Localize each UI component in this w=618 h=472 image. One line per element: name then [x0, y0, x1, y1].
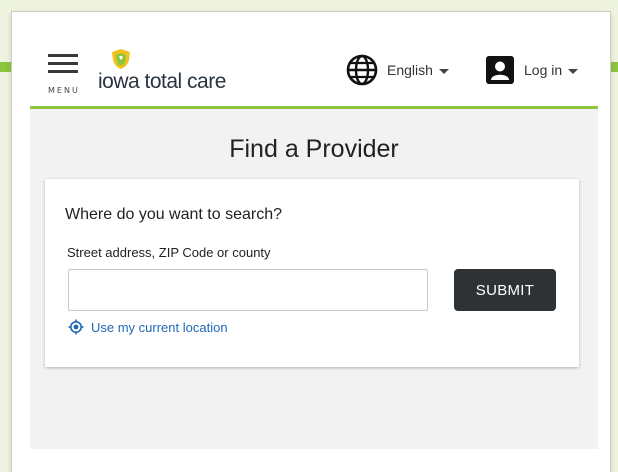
language-selector[interactable]: English	[346, 54, 449, 86]
chevron-down-icon	[438, 68, 449, 74]
user-icon	[486, 56, 514, 84]
login-label: Log in	[524, 62, 563, 78]
language-label: English	[387, 62, 433, 78]
logo-text: iowa total care	[98, 70, 226, 93]
main-content: Find a Provider Where do you want to sea…	[30, 109, 598, 449]
address-input[interactable]	[68, 269, 428, 311]
browser-frame: MENU iowa total care English Log in Find…	[12, 12, 610, 472]
search-card: Where do you want to search? Street addr…	[45, 179, 579, 367]
use-current-location-link[interactable]: Use my current location	[68, 319, 228, 335]
use-current-location-label: Use my current location	[91, 319, 228, 335]
hamburger-icon	[48, 54, 78, 57]
submit-button[interactable]: SUBMIT	[454, 269, 556, 311]
search-question: Where do you want to search?	[65, 206, 283, 223]
hamburger-icon-bar	[48, 62, 78, 65]
globe-icon	[346, 54, 378, 86]
chevron-down-icon	[568, 68, 579, 74]
menu-label: MENU	[48, 86, 80, 95]
hamburger-icon-bar	[48, 70, 78, 73]
login-button[interactable]: Log in	[486, 55, 579, 85]
page-title: Find a Provider	[229, 135, 399, 163]
address-field-label: Street address, ZIP Code or county	[67, 245, 271, 260]
menu-button[interactable]: MENU	[48, 54, 80, 95]
shield-logo-icon	[112, 49, 130, 69]
logo[interactable]: iowa total care	[98, 48, 228, 98]
location-target-icon	[68, 319, 84, 335]
site-header: MENU iowa total care English Log in	[12, 12, 610, 108]
